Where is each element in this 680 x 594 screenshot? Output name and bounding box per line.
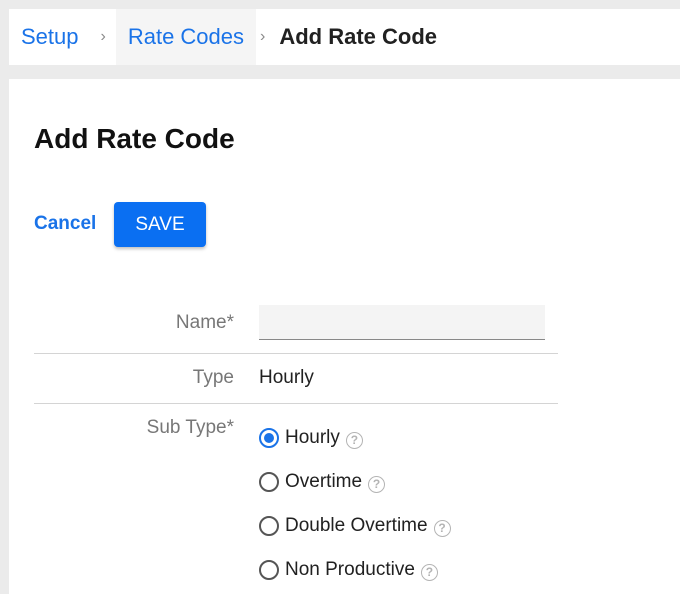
sub-type-label: Sub Type* [146, 417, 234, 438]
divider [34, 353, 558, 354]
name-label: Name* [175, 312, 234, 333]
save-button[interactable]: SAVE [114, 202, 206, 247]
help-icon[interactable]: ? [345, 431, 363, 449]
sub-type-option-non-productive[interactable]: Non Productive ? [259, 559, 438, 581]
radio-checked-icon[interactable] [259, 428, 279, 448]
breadcrumb: Setup › Rate Codes › Add Rate Code [9, 9, 680, 65]
sub-type-option-label: Double Overtime [285, 515, 428, 536]
sub-type-option-double-overtime[interactable]: Double Overtime ? [259, 515, 451, 537]
type-label: Type [192, 367, 234, 388]
sub-type-option-hourly[interactable]: Hourly ? [259, 427, 363, 449]
help-icon[interactable]: ? [368, 475, 386, 493]
radio-unchecked-icon[interactable] [259, 560, 279, 580]
form-card: Add Rate Code Cancel SAVE Name* Type Hou… [9, 79, 680, 594]
sub-type-option-label: Non Productive [285, 559, 415, 580]
radio-unchecked-icon[interactable] [259, 472, 279, 492]
sub-type-option-label: Hourly [285, 427, 340, 448]
help-icon[interactable]: ? [420, 563, 438, 581]
breadcrumb-separator-icon: › [260, 28, 266, 45]
name-input[interactable] [259, 305, 545, 340]
sub-type-option-overtime[interactable]: Overtime ? [259, 471, 386, 493]
type-value: Hourly [259, 367, 314, 388]
breadcrumb-rate-codes-link[interactable]: Rate Codes [115, 9, 257, 65]
help-icon[interactable]: ? [433, 519, 451, 537]
sub-type-option-label: Overtime [285, 471, 363, 492]
breadcrumb-current: Add Rate Code [279, 24, 438, 49]
cancel-button[interactable]: Cancel [34, 213, 96, 235]
page-title: Add Rate Code [34, 123, 235, 154]
radio-unchecked-icon[interactable] [259, 516, 279, 536]
divider [34, 403, 558, 404]
breadcrumb-setup-link[interactable]: Setup [9, 9, 101, 65]
breadcrumb-separator-icon: › [100, 28, 106, 45]
